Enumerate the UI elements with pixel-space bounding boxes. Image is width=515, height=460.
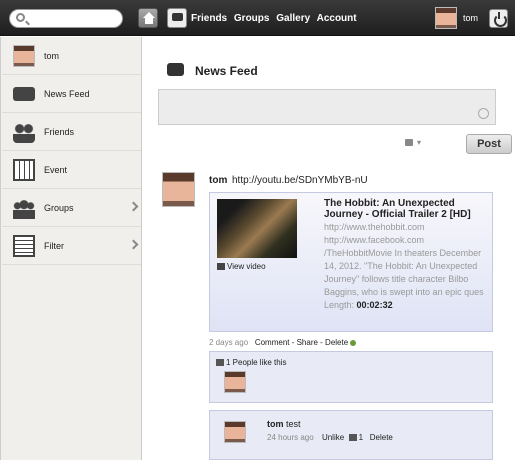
video-thumbnail[interactable] [217,199,297,258]
comment-age: 24 hours ago [267,433,314,442]
search-icon [16,13,25,22]
chevron-down-icon[interactable]: ▾ [417,138,421,147]
friends-icon [13,121,35,143]
sidebar-item-event[interactable]: Event [2,151,141,189]
sidebar-item-news-feed[interactable]: News Feed [2,75,141,113]
view-video-link[interactable]: View video [217,262,266,271]
unlike-link[interactable]: Unlike [322,433,344,442]
post-age: 2 days ago [209,338,249,347]
post-author[interactable]: tom [209,175,227,186]
sidebar-item-profile[interactable]: tom [2,37,141,75]
smiley-icon[interactable] [478,108,489,119]
chat-icon [13,87,35,101]
user-avatar [13,45,35,67]
search-input[interactable] [9,9,123,28]
filter-icon [13,235,35,257]
video-description-text: http://www.thehobbit.com http://www.face… [324,222,484,297]
likes-count[interactable]: 1 People like this [226,358,286,367]
liker-avatar[interactable] [224,371,246,393]
home-button[interactable] [138,8,158,28]
sidebar-item-groups[interactable]: Groups [2,189,141,227]
calendar-icon [13,159,35,181]
logout-button[interactable] [489,9,508,28]
video-length-label: Length: [324,300,355,310]
likes-header: 1 People like this [216,358,286,367]
sidebar-item-label: Event [44,165,68,175]
nav-groups[interactable]: Groups [234,13,270,24]
top-nav: Friends Groups Gallery Account [191,13,361,24]
chat-icon [172,13,183,21]
sidebar-item-label: Friends [44,127,75,137]
post-author-avatar[interactable] [162,172,195,207]
likes-box: 1 People like this [209,351,493,403]
messages-button[interactable] [167,8,187,28]
comment-meta: 24 hours ago Unlike 1 Delete [267,433,393,442]
chevron-right-icon [128,239,139,250]
video-description: http://www.thehobbit.com http://www.face… [324,221,490,312]
post-button[interactable]: Post [466,134,512,154]
video-title[interactable]: The Hobbit: An Unexpected Journey - Offi… [324,198,490,220]
video-attachment: View video The Hobbit: An Unexpected Jou… [209,192,493,332]
top-bar: Friends Groups Gallery Account tom [0,0,515,36]
post-meta: 2 days ago Comment - Share - Delete [209,338,357,347]
chat-icon [167,63,184,76]
sidebar-item-friends[interactable]: Friends [2,113,141,151]
user-avatar[interactable] [435,7,457,29]
comment-author[interactable]: tom [267,419,284,429]
thumbs-up-icon [348,434,357,441]
top-user-name[interactable]: tom [463,13,478,23]
chevron-right-icon [128,201,139,212]
comment-box: tom test 24 hours ago Unlike 1 Delete [209,410,493,460]
video-length-value: 00:02:32 [356,300,393,310]
status-input[interactable] [158,89,496,125]
page-title: News Feed [195,64,258,78]
sidebar-item-label: Groups [44,203,74,213]
sidebar-item-label: Filter [44,241,64,251]
sidebar: tom News Feed Friends Event Groups Filte… [0,37,142,460]
comment-text: test [286,419,301,429]
sidebar-item-label: News Feed [44,89,90,99]
comment-author-avatar[interactable] [224,421,246,443]
groups-icon [13,197,35,219]
nav-account[interactable]: Account [317,13,357,24]
thumbs-up-icon [216,359,224,366]
main-content: News Feed ▾ Post tom http://youtu.be/SDn… [143,37,515,460]
post-link[interactable]: http://youtu.be/SDnYMbYB-nU [232,175,368,186]
sidebar-item-filter[interactable]: Filter [2,227,141,265]
delete-comment-link[interactable]: Delete [370,433,393,442]
status-dot-icon [350,340,357,346]
lock-icon[interactable] [405,139,413,146]
comment-like-count: 1 [358,433,364,442]
nav-friends[interactable]: Friends [191,13,227,24]
post-actions[interactable]: Comment - Share - Delete [255,338,348,347]
nav-gallery[interactable]: Gallery [276,13,310,24]
sidebar-item-label: tom [44,51,60,61]
